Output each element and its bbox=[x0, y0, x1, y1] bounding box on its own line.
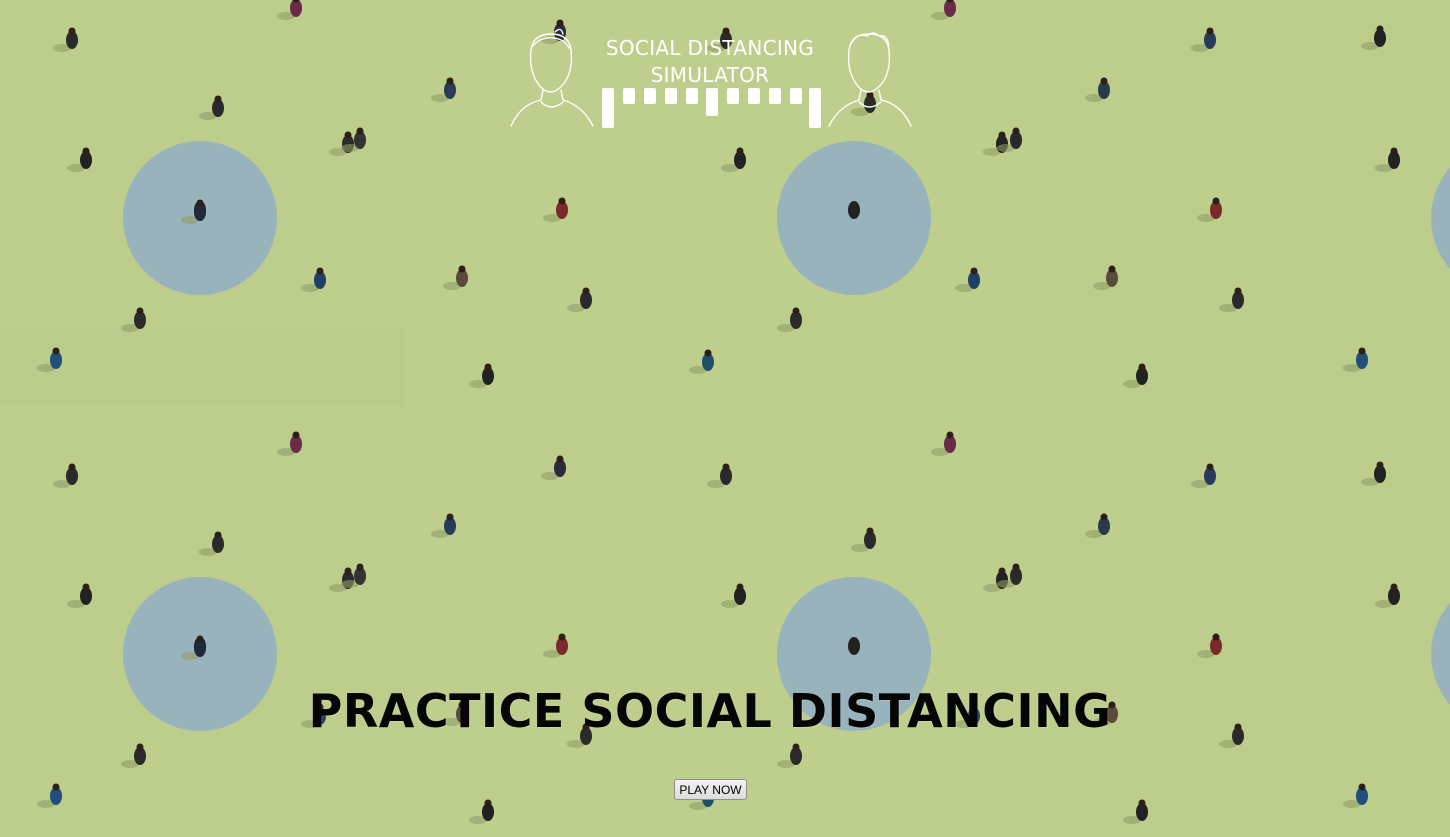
person-figure bbox=[848, 201, 860, 219]
game-logo: SOCIAL DISTANCING SIMULATOR bbox=[505, 28, 915, 132]
headline: PRACTICE SOCIAL DISTANCING bbox=[308, 684, 1112, 738]
game-title-line-1: SOCIAL DISTANCING bbox=[605, 36, 815, 60]
person-figure bbox=[848, 637, 860, 655]
game-title: SOCIAL DISTANCING SIMULATOR bbox=[585, 35, 835, 89]
game-title-line-2: SIMULATOR bbox=[650, 63, 770, 87]
play-now-button[interactable]: PLAY NOW bbox=[674, 779, 747, 800]
